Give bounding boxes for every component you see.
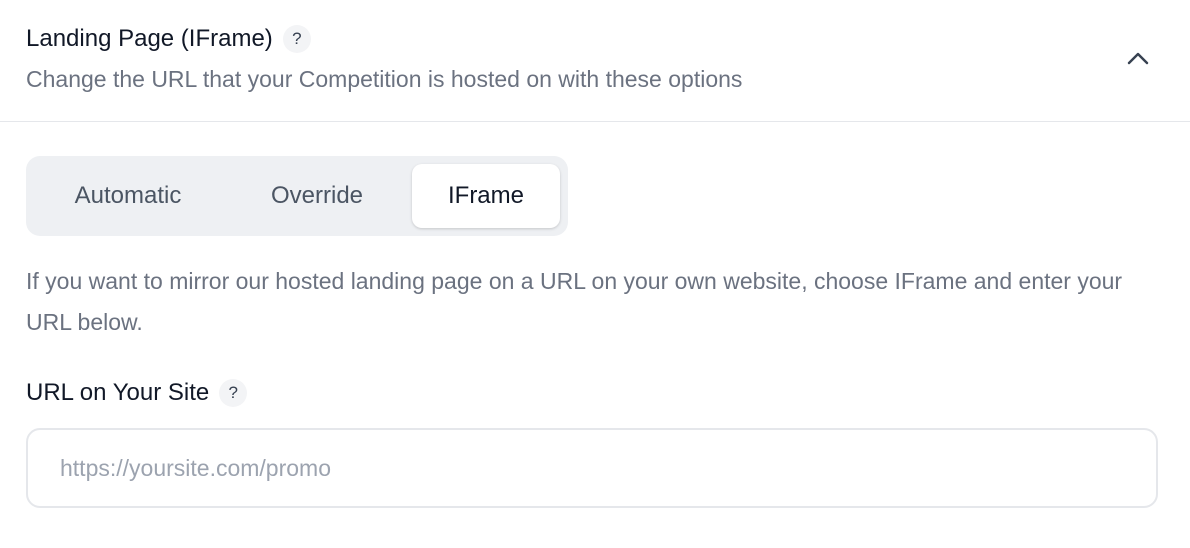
tab-override[interactable]: Override [226,164,408,228]
section-subtitle: Change the URL that your Competition is … [26,66,743,92]
section-header: Landing Page (IFrame) ? Change the URL t… [0,0,1190,122]
section-title-row: Landing Page (IFrame) ? [26,24,311,54]
tab-iframe[interactable]: IFrame [412,164,560,228]
chevron-up-icon[interactable] [1124,44,1152,72]
landing-mode-tabs: Automatic Override IFrame [26,156,568,236]
iframe-description: If you want to mirror our hosted landing… [26,268,1123,335]
section-title: Landing Page (IFrame) [26,25,273,52]
url-field-label-row: URL on Your Site ? [26,377,248,409]
url-input[interactable] [26,428,1158,508]
tab-automatic[interactable]: Automatic [42,164,214,228]
help-icon[interactable]: ? [282,25,311,53]
help-icon[interactable]: ? [219,379,248,407]
url-field-label: URL on Your Site [26,379,210,406]
